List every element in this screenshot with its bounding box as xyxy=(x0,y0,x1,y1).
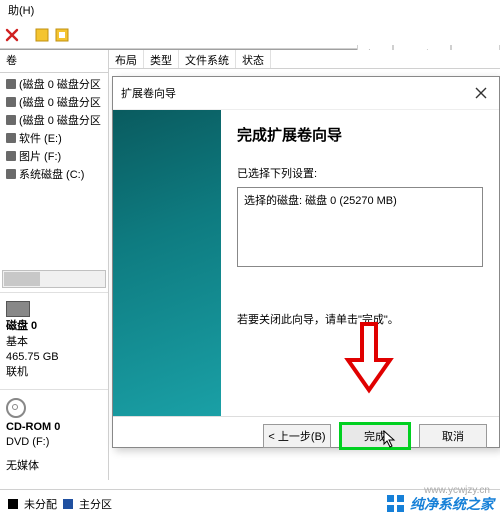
legend-swatch-primary xyxy=(63,499,73,509)
col-fs[interactable]: 文件系统 xyxy=(179,50,236,68)
volume-list: (磁盘 0 磁盘分区 (磁盘 0 磁盘分区 (磁盘 0 磁盘分区 软件 (E:)… xyxy=(0,73,108,185)
wizard-heading: 完成扩展卷向导 xyxy=(237,124,483,145)
cdrom-icon xyxy=(6,398,26,418)
legend-primary: 主分区 xyxy=(79,496,112,512)
wizard-summary-list[interactable]: 选择的磁盘: 磁盘 0 (25270 MB) xyxy=(237,187,483,267)
volume-icon xyxy=(6,79,16,89)
legend-unallocated: 未分配 xyxy=(24,496,57,512)
list-item[interactable]: (磁盘 0 磁盘分区 xyxy=(0,75,108,93)
disk-icon xyxy=(6,301,30,317)
col-volume[interactable]: 卷 xyxy=(0,50,108,73)
back-button[interactable]: < 上一步(B) xyxy=(263,424,331,448)
volume-icon xyxy=(6,115,16,125)
legend-swatch-unallocated xyxy=(8,499,18,509)
col-layout[interactable]: 布局 xyxy=(109,50,144,68)
disk-0-box[interactable]: 磁盘 0 基本 465.75 GB 联机 xyxy=(0,295,108,387)
volume-icon xyxy=(6,151,16,161)
properties-icon[interactable] xyxy=(34,27,50,43)
col-type[interactable]: 类型 xyxy=(144,50,179,68)
list-item[interactable]: (磁盘 0 磁盘分区 xyxy=(0,111,108,129)
watermark: 纯净系统之家 xyxy=(386,494,494,514)
watermark-icon xyxy=(386,494,406,514)
menu-bar: 助(H) xyxy=(0,0,500,22)
wizard-subtitle: 已选择下列设置: xyxy=(237,165,483,181)
list-item[interactable]: 软件 (E:) xyxy=(0,129,108,147)
list-item[interactable]: 系统磁盘 (C:) xyxy=(0,165,108,183)
extend-volume-wizard: 扩展卷向导 完成扩展卷向导 已选择下列设置: 选择的磁盘: 磁盘 0 (2527… xyxy=(112,76,500,448)
delete-icon[interactable] xyxy=(4,27,20,43)
volume-icon xyxy=(6,97,16,107)
volume-icon xyxy=(6,133,16,143)
list-item[interactable]: 图片 (F:) xyxy=(0,147,108,165)
volume-pane: 卷 (磁盘 0 磁盘分区 (磁盘 0 磁盘分区 (磁盘 0 磁盘分区 软件 (E… xyxy=(0,50,109,480)
volume-icon xyxy=(6,169,16,179)
wizard-button-row: < 上一步(B) 完成 取消 xyxy=(113,416,499,455)
col-status[interactable]: 状态 xyxy=(236,50,271,68)
refresh-icon[interactable] xyxy=(54,27,70,43)
wizard-banner xyxy=(113,110,221,416)
finish-button[interactable]: 完成 xyxy=(339,422,411,450)
close-icon[interactable] xyxy=(471,83,491,103)
column-headers-left: 布局 类型 文件系统 状态 xyxy=(109,50,500,69)
list-item[interactable]: (磁盘 0 磁盘分区 xyxy=(0,93,108,111)
scrollbar-horizontal[interactable] xyxy=(2,270,106,288)
wizard-title: 扩展卷向导 xyxy=(121,85,176,101)
cdrom-box[interactable]: CD-ROM 0 DVD (F:) 无媒体 xyxy=(0,392,108,480)
cancel-button[interactable]: 取消 xyxy=(419,424,487,448)
wizard-note: 若要关闭此向导，请单击"完成"。 xyxy=(237,311,483,327)
menu-help[interactable]: 助(H) xyxy=(8,5,34,17)
